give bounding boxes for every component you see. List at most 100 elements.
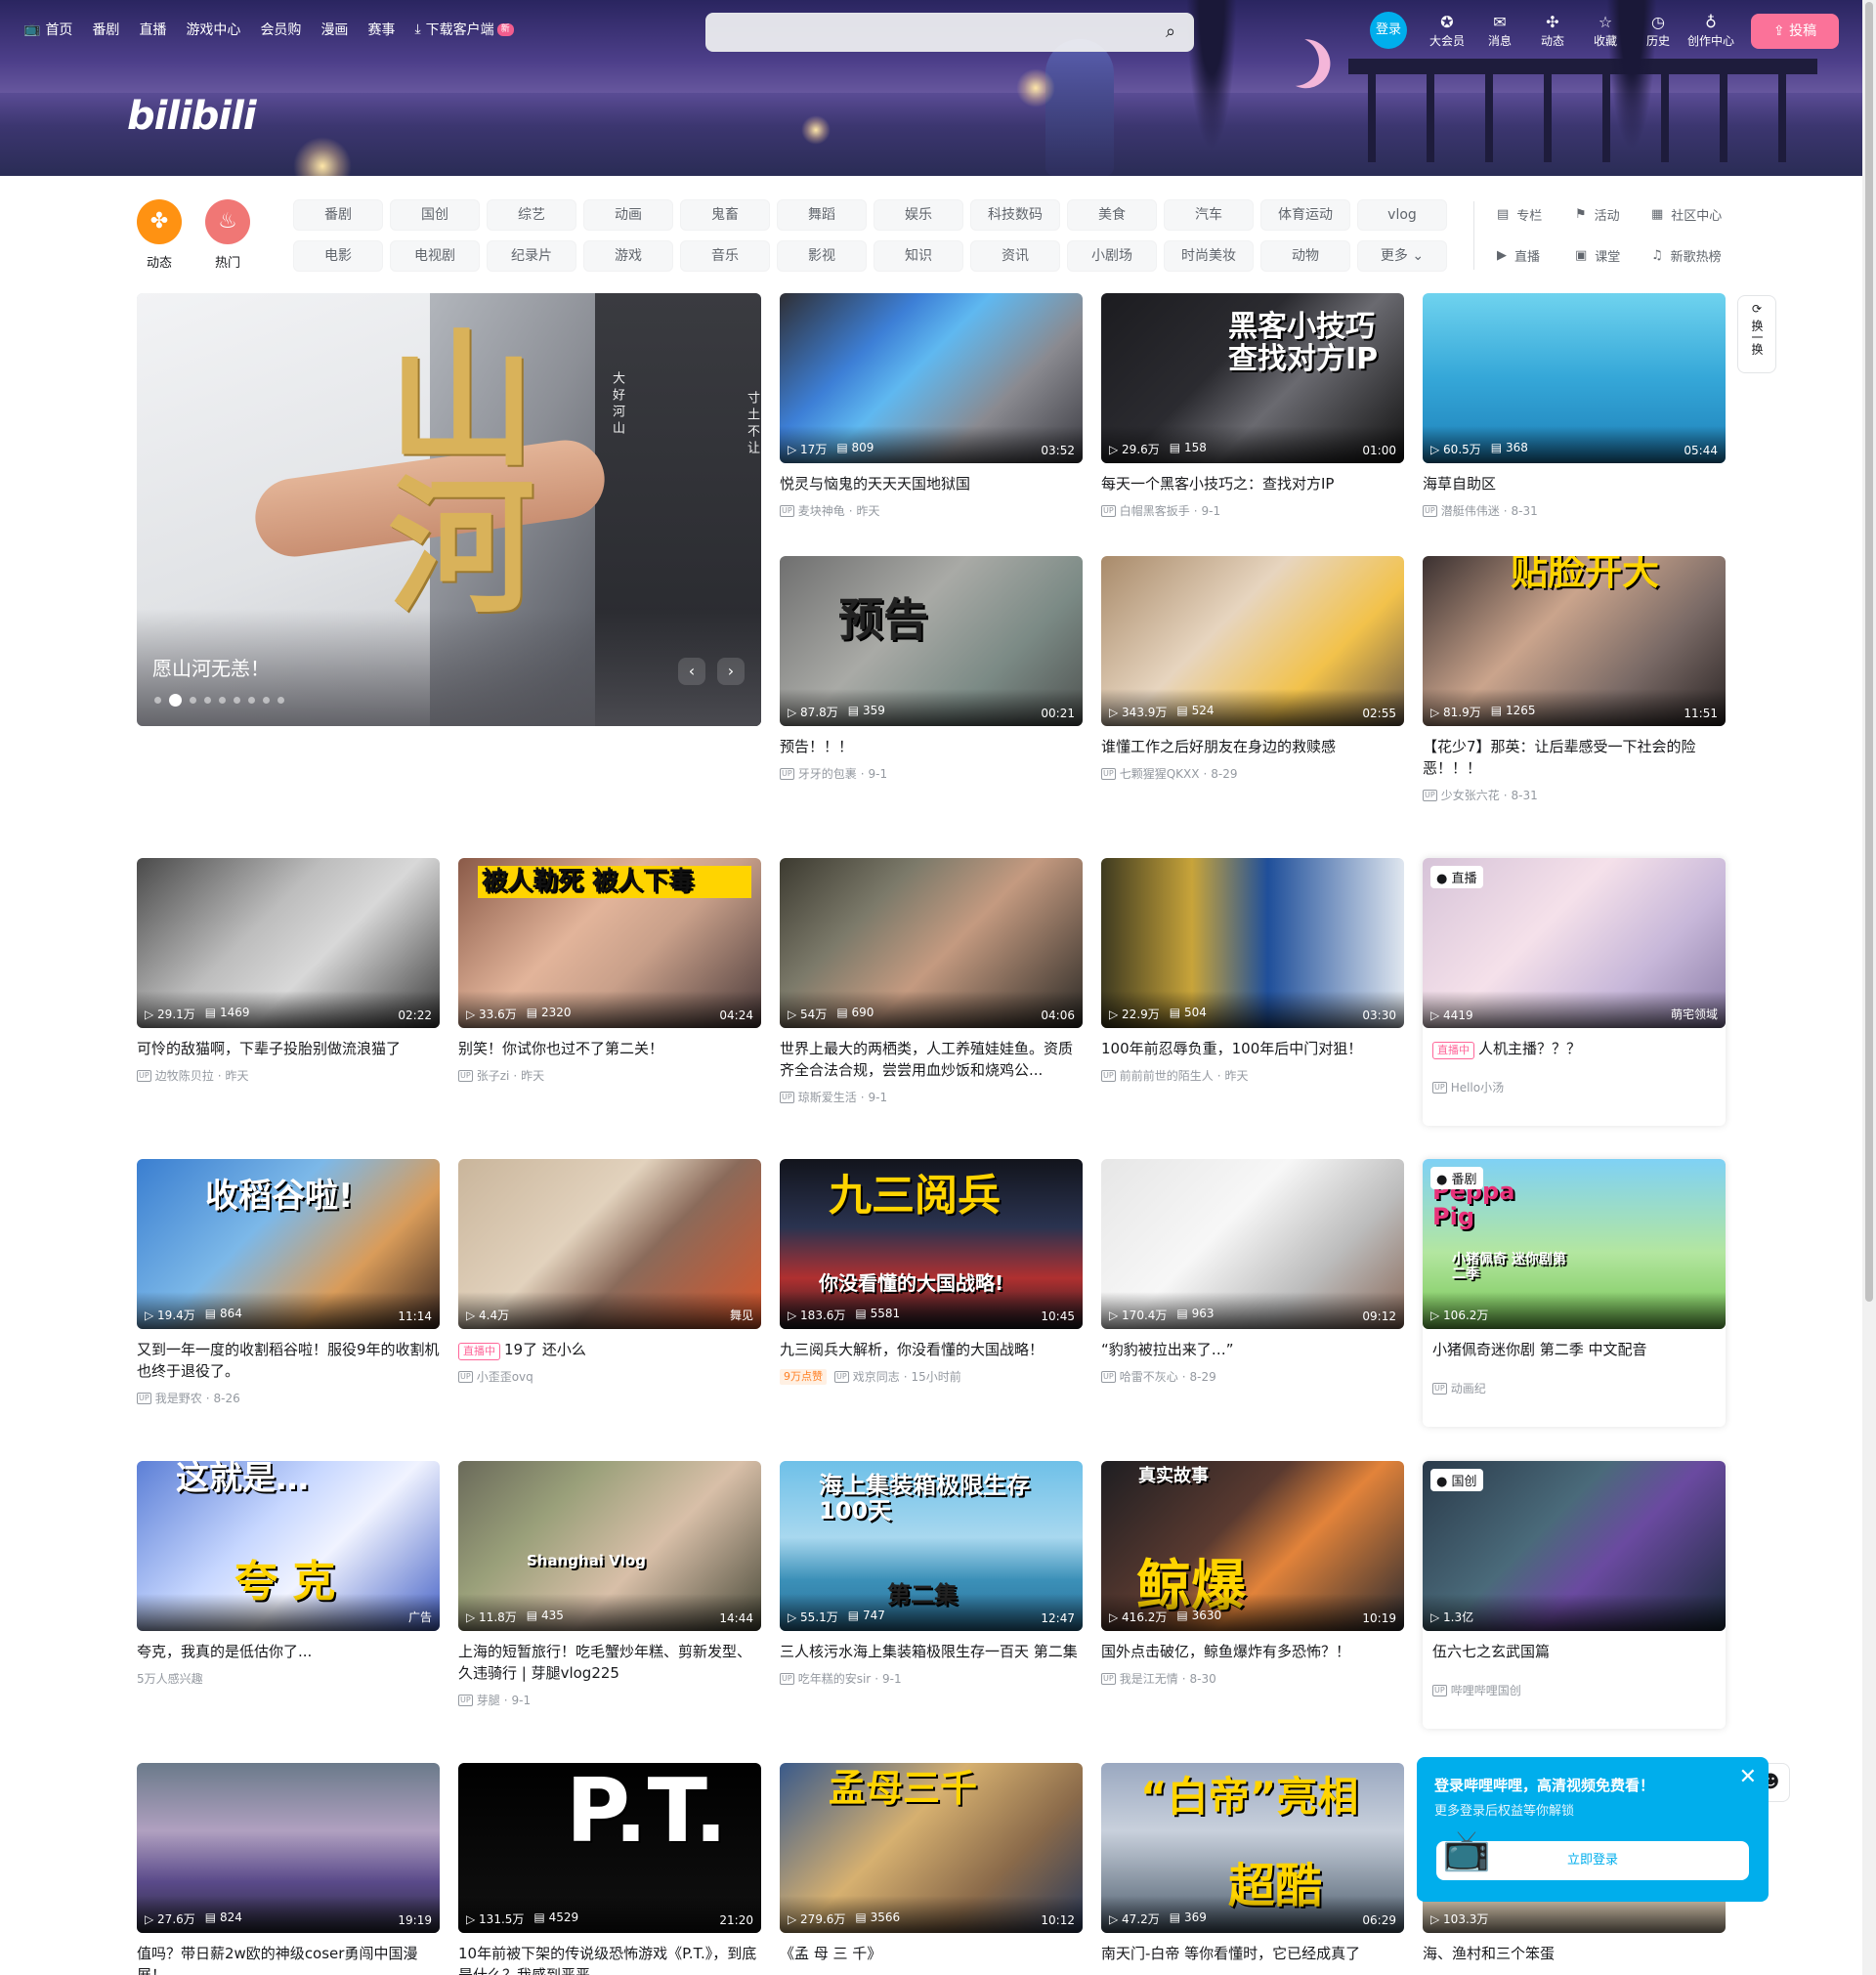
nav-manga[interactable]: 漫画 xyxy=(320,20,348,39)
video-thumbnail[interactable]: 这就是… 夸 克广告 xyxy=(137,1461,440,1631)
channel-tag[interactable]: 资讯 xyxy=(970,240,1060,272)
video-thumbnail[interactable]: 真实故事 鲸爆 ▷ 416.2万 ▤ 3630 10:19 xyxy=(1101,1461,1404,1631)
channel-tag[interactable]: 动物 xyxy=(1260,240,1350,272)
video-card[interactable]: 孟母三千 ▷ 279.6万 ▤ 3566 10:12 《孟 母 三 千》 xyxy=(780,1763,1083,1964)
channel-tag[interactable]: 音乐 xyxy=(680,240,770,272)
close-icon[interactable]: ✕ xyxy=(1739,1767,1757,1788)
channel-tag[interactable]: 游戏 xyxy=(583,240,673,272)
video-thumbnail[interactable]: ● 直播 ▷ 4419 萌宅领域 xyxy=(1423,858,1726,1028)
video-title[interactable]: 每天一个黑客小技巧之：查找对方IP xyxy=(1101,473,1404,494)
video-thumbnail[interactable]: P.T. ▷ 131.5万 ▤ 4529 21:20 xyxy=(458,1763,761,1933)
nav-history[interactable]: ◷ 历史 xyxy=(1632,13,1684,49)
channel-tag[interactable]: 电影 xyxy=(293,240,383,272)
video-author[interactable]: 麦块神龟 xyxy=(798,502,845,519)
video-card[interactable]: Shanghai Vlog ▷ 11.8万 ▤ 435 14:44 上海的短暂旅行！吃毛… xyxy=(458,1461,761,1708)
video-card[interactable]: Peppa Pig 小猪佩奇 迷你剧第二季 ● 番剧 ▷ 106.2万小猪佩奇迷你剧 … xyxy=(1423,1159,1726,1427)
video-author[interactable]: 牙牙的包裹 xyxy=(798,765,857,782)
video-author[interactable]: 边牧陈贝拉 xyxy=(155,1067,214,1084)
video-thumbnail[interactable]: 被人勒死 被人下毒 ▷ 33.6万 ▤ 2320 04:24 xyxy=(458,858,761,1028)
video-title[interactable]: 九三阅兵大解析，你没看懂的大国战略！ xyxy=(780,1339,1083,1360)
video-thumbnail[interactable]: 海上集装箱极限生存 100天第二集▷ 55.1万▤ 74712:47 xyxy=(780,1461,1083,1631)
channel-tag[interactable]: 体育运动 xyxy=(1260,199,1350,231)
channel-tag[interactable]: 电视剧 xyxy=(390,240,480,272)
video-thumbnail[interactable]: 黑客小技巧 查找对方IP ▷ 29.6万 ▤ 158 01:00 xyxy=(1101,293,1404,463)
channel-tag[interactable]: 影视 xyxy=(777,240,867,272)
video-author[interactable]: 琼斯爱生活 xyxy=(798,1089,857,1105)
video-thumbnail[interactable]: ▷ 4.4万 舞见 xyxy=(458,1159,761,1329)
video-card[interactable]: ▷ 27.6万 ▤ 824 19:19 值吗？带日薪2w欧的神级coser勇闯中国漫展… xyxy=(137,1763,440,1975)
channel-dynamic[interactable]: ✤ xyxy=(137,199,182,244)
video-card[interactable]: 黑客小技巧 查找对方IP ▷ 29.6万 ▤ 158 01:00 每天一个黑客小技巧之：… xyxy=(1101,293,1404,519)
video-card[interactable]: 九三阅兵 你没看懂的大国战略! ▷ 183.6万 ▤ 5581 10:45 九三阅兵大解析… xyxy=(780,1159,1083,1385)
carousel-dot[interactable] xyxy=(154,697,161,704)
video-title[interactable]: 伍六七之玄武国篇 xyxy=(1423,1641,1726,1662)
video-title[interactable]: 小猪佩奇迷你剧 第二季 中文配音 xyxy=(1423,1339,1726,1360)
video-author[interactable]: 哔哩哔哩国创 xyxy=(1451,1682,1521,1698)
carousel-dot[interactable] xyxy=(263,697,270,704)
video-title[interactable]: 国外点击破亿，鲸鱼爆炸有多恐怖？！ xyxy=(1101,1641,1404,1662)
carousel-title[interactable]: 愿山河无恙！ xyxy=(152,653,270,681)
video-title[interactable]: 【花少7】那英：让后辈感受一下社会的险恶！！！ xyxy=(1423,736,1726,779)
video-title[interactable]: 100年前忍辱负重，100年后中门对狙！ xyxy=(1101,1038,1404,1059)
carousel-dot[interactable] xyxy=(190,697,196,704)
video-title[interactable]: 10年前被下架的传说级恐怖游戏《P.T.》，到底是什么？我感到恶恶 xyxy=(458,1943,761,1975)
video-thumbnail[interactable]: ▷ 22.9万 ▤ 504 03:30 xyxy=(1101,858,1404,1028)
side-link-course[interactable]: ▣ 课堂 xyxy=(1575,246,1620,265)
video-title[interactable]: 直播中 19了 还小么 xyxy=(458,1339,761,1360)
side-link-column[interactable]: ▤ 专栏 xyxy=(1497,205,1542,224)
carousel-dot[interactable] xyxy=(277,697,284,704)
video-author[interactable]: 小歪歪ovq xyxy=(477,1368,533,1385)
refresh-button[interactable]: ⟳ 换一换 xyxy=(1737,295,1776,373)
video-thumbnail[interactable]: Peppa Pig 小猪佩奇 迷你剧第二季 ● 番剧 ▷ 106.2万 xyxy=(1423,1159,1726,1329)
video-thumbnail[interactable]: ● 国创 ▷ 1.3亿 xyxy=(1423,1461,1726,1631)
video-title[interactable]: 直播中 人机主播？？？ xyxy=(1423,1038,1726,1059)
video-title[interactable]: 谁懂工作之后好朋友在身边的救赎感 xyxy=(1101,736,1404,757)
login-button[interactable]: 登录 xyxy=(1370,12,1407,49)
side-link-live[interactable]: ▶ 直播 xyxy=(1497,246,1540,265)
video-thumbnail[interactable]: 孟母三千 ▷ 279.6万 ▤ 3566 10:12 xyxy=(780,1763,1083,1933)
scrollbar-thumb[interactable] xyxy=(1865,2,1873,1302)
channel-tag[interactable]: 美食 xyxy=(1067,199,1157,231)
nav-anime[interactable]: 番剧 xyxy=(92,20,119,39)
scrollbar[interactable] xyxy=(1862,0,1876,1975)
video-author[interactable]: 戏京同志 xyxy=(853,1368,900,1385)
channel-tag[interactable]: 番剧 xyxy=(293,199,383,231)
side-link-music[interactable]: ♫ 新歌热榜 xyxy=(1651,246,1722,265)
video-thumbnail[interactable]: ▷ 29.1万 ▤ 1469 02:22 xyxy=(137,858,440,1028)
nav-favorites[interactable]: ☆ 收藏 xyxy=(1579,13,1632,49)
video-card[interactable]: P.T. ▷ 131.5万 ▤ 4529 21:20 10年前被下架的传说级恐怖游戏《P… xyxy=(458,1763,761,1975)
carousel-next-button[interactable]: › xyxy=(717,658,745,685)
channel-tag[interactable]: 娱乐 xyxy=(874,199,963,231)
video-title[interactable]: 又到一年一度的收割稻谷啦！服役9年的收割机也终于退役了。 xyxy=(137,1339,440,1382)
video-card[interactable]: ▷ 60.5万 ▤ 368 05:44 海草自助区 UP 潜艇伟伟迷 · 8-31 xyxy=(1423,293,1726,519)
video-author[interactable]: 哈雷不灰心 xyxy=(1120,1368,1178,1385)
side-link-community[interactable]: ▦ 社区中心 xyxy=(1651,205,1722,224)
video-title[interactable]: 上海的短暂旅行！吃毛蟹炒年糕、剪新发型、久违骑行 | 芽腿vlog225 xyxy=(458,1641,761,1684)
video-author[interactable]: Hello小汤 xyxy=(1451,1079,1504,1095)
video-thumbnail[interactable]: ▷ 60.5万 ▤ 368 05:44 xyxy=(1423,293,1726,463)
video-author[interactable]: 我是江无情 xyxy=(1120,1670,1178,1687)
video-title[interactable]: 三人核污水海上集装箱极限生存一百天 第二集 xyxy=(780,1641,1083,1662)
channel-tag[interactable]: 鬼畜 xyxy=(680,199,770,231)
video-card[interactable]: ▷ 170.4万 ▤ 963 09:12 “豹豹被拉出来了…” UP 哈雷不灰心 · 8-29 xyxy=(1101,1159,1404,1385)
video-card[interactable]: ▷ 54万 ▤ 690 04:06 世界上最大的两栖类，人工养殖娃娃鱼。资质齐全合法合… xyxy=(780,858,1083,1105)
video-thumbnail[interactable]: 贴脸开大 ▷ 81.9万 ▤ 1265 11:51 xyxy=(1423,556,1726,726)
nav-vip[interactable]: ✪ 大会员 xyxy=(1421,13,1473,49)
carousel-dot[interactable] xyxy=(219,697,226,704)
channel-tag[interactable]: 知识 xyxy=(874,240,963,272)
video-thumbnail[interactable]: ▷ 27.6万 ▤ 824 19:19 xyxy=(137,1763,440,1933)
video-card[interactable]: 贴脸开大 ▷ 81.9万 ▤ 1265 11:51 【花少7】那英：让后辈感受一下社会的… xyxy=(1423,556,1726,803)
featured-carousel[interactable]: 山河 大好河山 寸土不让 愿山河无恙！ ‹ › xyxy=(137,293,761,726)
video-title[interactable]: 值吗？带日薪2w欧的神级coser勇闯中国漫展！ xyxy=(137,1943,440,1975)
channel-tag[interactable]: 国创 xyxy=(390,199,480,231)
channel-tag[interactable]: 小剧场 xyxy=(1067,240,1157,272)
channel-tag[interactable]: 更多 ⌄ xyxy=(1357,240,1447,272)
video-author[interactable]: 动画纪 xyxy=(1451,1380,1486,1396)
channel-tag[interactable]: 时尚美妆 xyxy=(1164,240,1254,272)
video-author[interactable]: 芽腿 xyxy=(477,1692,500,1708)
video-card[interactable]: 被人勒死 被人下毒 ▷ 33.6万 ▤ 2320 04:24 别笑！你试你也过不了第二关… xyxy=(458,858,761,1084)
video-title[interactable]: 别笑！你试你也过不了第二关！ xyxy=(458,1038,761,1059)
search-icon[interactable]: ⌕ xyxy=(1160,21,1181,43)
video-title[interactable]: 可怜的敌猫啊，下辈子投胎别做流浪猫了 xyxy=(137,1038,440,1059)
video-card[interactable]: 海上集装箱极限生存 100天第二集▷ 55.1万▤ 74712:47 三人核污水海… xyxy=(780,1461,1083,1687)
